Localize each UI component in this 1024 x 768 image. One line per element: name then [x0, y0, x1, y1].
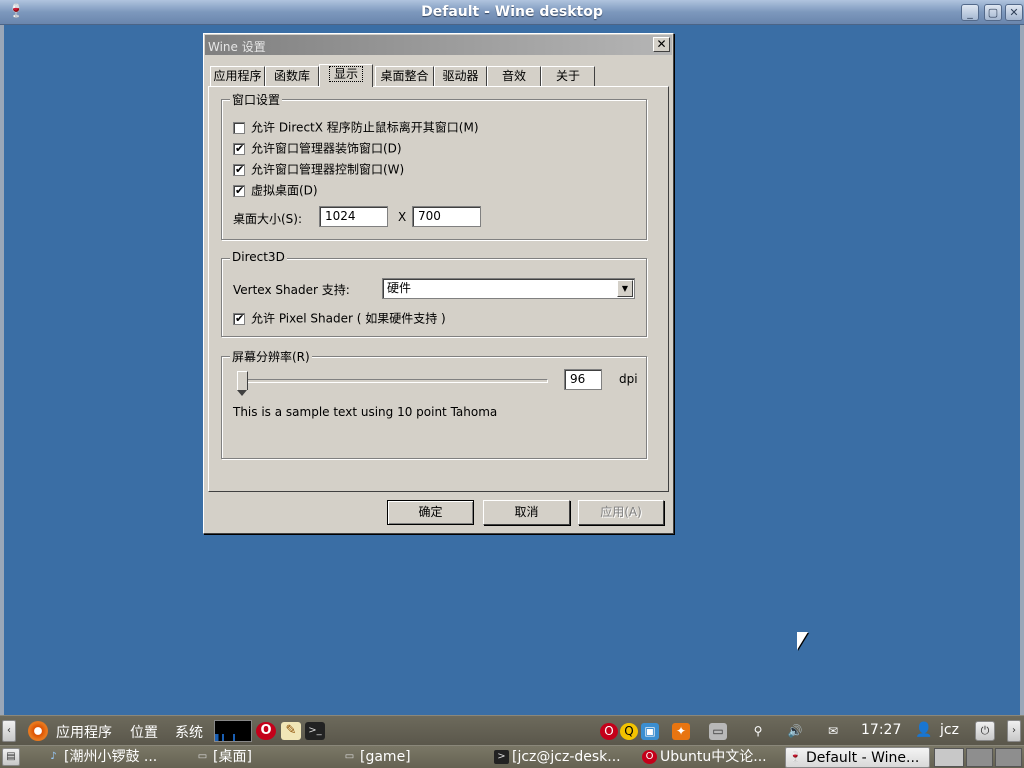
- music-player-icon: ♪: [50, 751, 57, 762]
- wm-control-option[interactable]: 允许窗口管理器控制窗口(W): [233, 162, 404, 178]
- wm-decorate-option[interactable]: 允许窗口管理器装饰窗口(D): [233, 141, 402, 157]
- shutdown-icon[interactable]: ⏻: [975, 721, 995, 741]
- qq-tray-icon[interactable]: Q: [620, 723, 638, 740]
- close-window-button[interactable]: ✕: [1005, 4, 1023, 21]
- tab-graphics[interactable]: 显示: [319, 64, 373, 87]
- vertex-shader-select[interactable]: 硬件 ▼: [382, 278, 635, 299]
- direct3d-title: Direct3D: [230, 250, 287, 264]
- window-settings-group: 窗口设置 允许 DirectX 程序防止鼠标离开其窗口(M) 允许窗口管理器装饰…: [221, 91, 647, 240]
- ok-button[interactable]: 确定: [387, 500, 474, 525]
- panel-scroll-right-icon[interactable]: ›: [1007, 720, 1021, 742]
- desktop-size-label: 桌面大小(S):: [233, 212, 303, 226]
- workspace-switcher-1[interactable]: [934, 748, 964, 767]
- panel-scroll-left-icon[interactable]: ‹: [2, 720, 16, 742]
- direct3d-group: Direct3D Vertex Shader 支持: 硬件 ▼ 允许 Pixel…: [221, 250, 647, 337]
- tab-audio[interactable]: 音效: [487, 66, 541, 86]
- taskbar-item[interactable]: ▭ [桌面]: [193, 747, 333, 768]
- tab-desktop-integration[interactable]: 桌面整合: [375, 66, 434, 86]
- virtual-desktop-checkbox[interactable]: [233, 184, 245, 198]
- cancel-button[interactable]: 取消: [483, 500, 570, 525]
- desktop-width-input[interactable]: 1024: [319, 206, 388, 227]
- volume-icon[interactable]: 🔊: [786, 723, 804, 740]
- system-menu[interactable]: 系统: [175, 722, 203, 742]
- mouse-cursor-icon: [797, 632, 808, 650]
- opera-tray-icon[interactable]: O: [600, 723, 618, 740]
- opera-icon: O: [642, 750, 657, 764]
- desktop-height-input[interactable]: 700: [412, 206, 481, 227]
- taskbar-item-active[interactable]: 🍷 Default - Wine...: [785, 747, 930, 768]
- virtualbox-tray-icon[interactable]: ▣: [641, 723, 659, 740]
- folder-icon: ▭: [197, 751, 208, 762]
- tab-libraries[interactable]: 函数库: [265, 66, 319, 86]
- tab-drives[interactable]: 驱动器: [434, 66, 487, 86]
- graphics-tab-panel: 窗口设置 允许 DirectX 程序防止鼠标离开其窗口(M) 允许窗口管理器装饰…: [208, 86, 669, 492]
- dialog-title: Wine 设置: [208, 40, 266, 54]
- dialog-titlebar[interactable]: Wine 设置 ✕: [205, 35, 672, 55]
- search-icon[interactable]: ⚲: [749, 723, 767, 740]
- pixel-shader-checkbox[interactable]: [233, 312, 245, 326]
- outer-window-titlebar[interactable]: 🍷 Default - Wine desktop _ ▢ ✕: [0, 0, 1024, 25]
- tab-applications[interactable]: 应用程序: [210, 66, 265, 86]
- system-monitor-icon[interactable]: [214, 720, 252, 742]
- screen-resolution-group: 屏幕分辨率(R) 96 dpi This is a sample text us…: [221, 348, 647, 459]
- mail-icon[interactable]: ✉: [824, 723, 842, 740]
- terminal-launcher-icon[interactable]: >_: [305, 722, 325, 740]
- dpi-value-input[interactable]: 96: [564, 369, 602, 390]
- maximize-button[interactable]: ▢: [984, 4, 1002, 21]
- ubuntu-logo-icon[interactable]: [28, 721, 48, 741]
- mouse-capture-option[interactable]: 允许 DirectX 程序防止鼠标离开其窗口(M): [233, 120, 479, 136]
- dpi-unit-label: dpi: [619, 372, 638, 386]
- window-settings-title: 窗口设置: [230, 91, 283, 108]
- applications-menu[interactable]: 应用程序: [56, 722, 112, 742]
- taskbar-item[interactable]: ▭ [game]: [340, 747, 480, 768]
- clock[interactable]: 17:27: [861, 722, 901, 738]
- wine-glass-icon: 🍷: [789, 752, 802, 763]
- opera-launcher-icon[interactable]: O: [256, 722, 276, 740]
- text-editor-launcher-icon[interactable]: ✎: [281, 722, 301, 740]
- network-tray-icon[interactable]: ✦: [672, 723, 690, 740]
- tab-about[interactable]: 关于: [541, 66, 595, 86]
- size-separator: X: [398, 210, 407, 224]
- workspace-switcher-2[interactable]: [966, 748, 993, 767]
- terminal-icon: >: [494, 750, 509, 764]
- pixel-shader-option[interactable]: 允许 Pixel Shader ( 如果硬件支持 ): [233, 311, 446, 327]
- taskbar-item[interactable]: O Ubuntu中文论...: [640, 747, 780, 768]
- show-desktop-button[interactable]: ▤: [2, 748, 20, 766]
- mouse-capture-checkbox[interactable]: [233, 121, 245, 134]
- taskbar-item[interactable]: > [jcz@jcz-desk...: [492, 747, 632, 768]
- folder-icon: ▭: [344, 751, 355, 762]
- dialog-close-button[interactable]: ✕: [653, 37, 670, 52]
- dpi-slider-thumb[interactable]: [237, 371, 248, 396]
- wm-decorate-checkbox[interactable]: [233, 142, 245, 156]
- outer-window-title: Default - Wine desktop: [421, 4, 603, 20]
- workspace-switcher-3[interactable]: [995, 748, 1022, 767]
- wine-config-dialog: Wine 设置 ✕ 应用程序 函数库 显示 桌面整合 驱动器 音效 关于 窗口设…: [203, 33, 674, 534]
- chevron-down-icon[interactable]: ▼: [617, 280, 633, 297]
- user-icon[interactable]: 👤: [915, 722, 933, 740]
- apply-button[interactable]: 应用(A): [578, 500, 664, 525]
- wm-control-checkbox[interactable]: [233, 163, 245, 177]
- gnome-menu-panel: ‹ 应用程序 位置 系统 O ✎ >_ O Q ▣ ✦ ▭ ⚲ 🔊 ✉ 17:2…: [0, 715, 1024, 745]
- taskbar: ▤ ♪ [潮州小锣鼓 ... ▭ [桌面] ▭ [game] > [jcz@jc…: [0, 745, 1024, 768]
- minimize-button[interactable]: _: [961, 4, 979, 21]
- power-tray-icon[interactable]: ▭: [709, 723, 727, 740]
- places-menu[interactable]: 位置: [130, 722, 158, 742]
- screen-resolution-title: 屏幕分辨率(R): [230, 348, 312, 365]
- taskbar-item[interactable]: ♪ [潮州小锣鼓 ...: [44, 747, 184, 768]
- dpi-slider-track[interactable]: [242, 379, 548, 383]
- vertex-shader-value: 硬件: [387, 281, 412, 295]
- user-name[interactable]: jcz: [940, 722, 959, 738]
- font-sample-text: This is a sample text using 10 point Tah…: [233, 405, 498, 419]
- virtual-desktop-option[interactable]: 虚拟桌面(D): [233, 183, 318, 199]
- vertex-shader-label: Vertex Shader 支持:: [233, 283, 350, 297]
